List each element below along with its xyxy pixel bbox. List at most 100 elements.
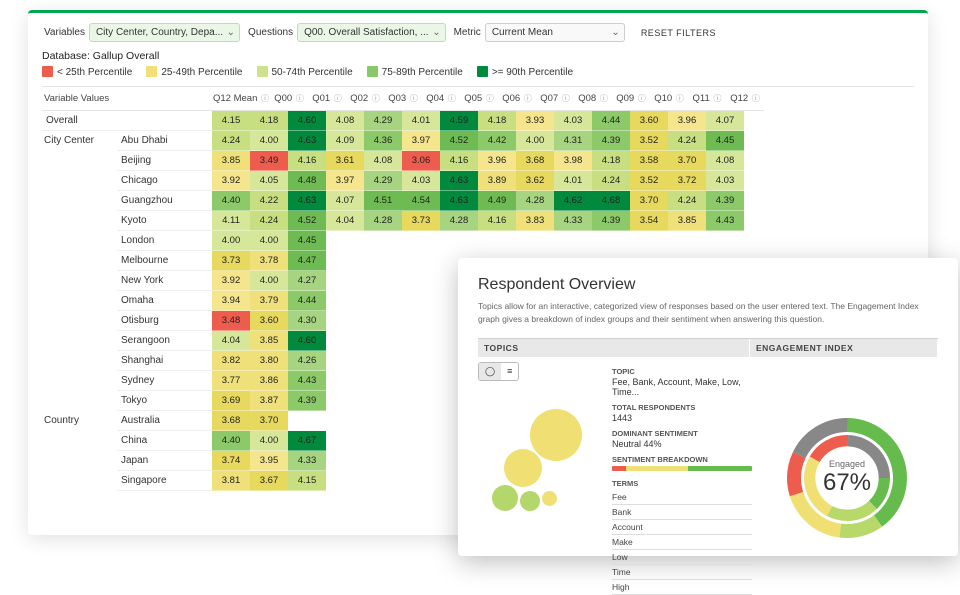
heat-cell[interactable]: 4.39 xyxy=(706,191,744,211)
heat-cell[interactable]: 4.16 xyxy=(440,151,478,171)
heat-cell[interactable]: 4.42 xyxy=(478,131,516,151)
heat-cell[interactable]: 4.30 xyxy=(288,311,326,331)
heat-cell[interactable]: 3.96 xyxy=(478,151,516,171)
heat-cell[interactable]: 3.06 xyxy=(402,151,440,171)
column-header[interactable]: Q10 ⓘ xyxy=(650,87,688,111)
heat-cell[interactable]: 3.95 xyxy=(250,451,288,471)
heat-cell[interactable]: 4.04 xyxy=(326,211,364,231)
heat-cell[interactable]: 4.04 xyxy=(212,331,250,351)
heat-cell[interactable]: 3.85 xyxy=(668,211,706,231)
heat-cell[interactable]: 4.00 xyxy=(250,431,288,451)
heat-cell[interactable]: 3.93 xyxy=(516,111,554,131)
column-header[interactable]: Q08 ⓘ xyxy=(574,87,612,111)
heat-cell[interactable]: 3.68 xyxy=(212,411,250,431)
term-row[interactable]: Make xyxy=(612,535,752,550)
info-icon[interactable]: ⓘ xyxy=(713,94,721,103)
heat-cell[interactable]: 4.03 xyxy=(554,111,592,131)
heat-cell[interactable]: 3.49 xyxy=(250,151,288,171)
column-header[interactable]: Q12 ⓘ xyxy=(726,87,764,111)
heat-cell[interactable]: 4.51 xyxy=(364,191,402,211)
heat-cell[interactable]: 4.33 xyxy=(288,451,326,471)
info-icon[interactable]: ⓘ xyxy=(752,94,760,103)
heat-cell[interactable]: 4.40 xyxy=(212,431,250,451)
heat-cell[interactable]: 3.87 xyxy=(250,391,288,411)
heat-cell[interactable]: 3.68 xyxy=(516,151,554,171)
heat-cell[interactable]: 3.61 xyxy=(326,151,364,171)
heat-cell[interactable]: 4.24 xyxy=(668,191,706,211)
heat-cell[interactable]: 4.00 xyxy=(250,271,288,291)
heat-cell[interactable]: 3.58 xyxy=(630,151,668,171)
info-icon[interactable]: ⓘ xyxy=(334,94,342,103)
heat-cell[interactable]: 3.62 xyxy=(516,171,554,191)
heat-cell[interactable]: 4.44 xyxy=(592,111,630,131)
heat-cell[interactable]: 4.01 xyxy=(554,171,592,191)
heat-cell[interactable]: 4.36 xyxy=(364,131,402,151)
heat-cell[interactable]: 4.18 xyxy=(250,111,288,131)
heat-cell[interactable]: 4.43 xyxy=(706,211,744,231)
heat-cell[interactable]: 3.60 xyxy=(250,311,288,331)
heat-cell[interactable]: 4.52 xyxy=(440,131,478,151)
heat-cell[interactable]: 3.79 xyxy=(250,291,288,311)
column-header[interactable]: Q12 Mean ⓘ xyxy=(212,87,270,111)
heat-cell[interactable]: 4.22 xyxy=(250,191,288,211)
heat-cell[interactable]: 4.18 xyxy=(478,111,516,131)
heat-cell[interactable]: 4.00 xyxy=(250,231,288,251)
column-header[interactable]: Q04 ⓘ xyxy=(422,87,460,111)
heat-cell[interactable]: 3.86 xyxy=(250,371,288,391)
heat-cell[interactable]: 4.15 xyxy=(288,471,326,491)
heat-cell[interactable]: 4.29 xyxy=(364,171,402,191)
heat-cell[interactable]: 3.78 xyxy=(250,251,288,271)
heat-cell[interactable]: 3.70 xyxy=(668,151,706,171)
heat-cell[interactable]: 4.08 xyxy=(326,111,364,131)
term-row[interactable]: Account xyxy=(612,520,752,535)
heat-cell[interactable]: 4.15 xyxy=(212,111,250,131)
info-icon[interactable]: ⓘ xyxy=(676,94,684,103)
heat-cell[interactable]: 4.24 xyxy=(212,131,250,151)
heat-cell[interactable]: 4.62 xyxy=(554,191,592,211)
heat-cell[interactable]: 4.07 xyxy=(706,111,744,131)
heat-cell[interactable]: 4.18 xyxy=(592,151,630,171)
heat-cell[interactable]: 3.73 xyxy=(212,251,250,271)
info-icon[interactable]: ⓘ xyxy=(296,94,304,103)
column-header[interactable]: Q00 ⓘ xyxy=(270,87,308,111)
heat-cell[interactable]: 3.52 xyxy=(630,131,668,151)
heat-cell[interactable]: 4.43 xyxy=(288,371,326,391)
heat-cell[interactable]: 3.97 xyxy=(402,131,440,151)
heat-cell[interactable]: 3.94 xyxy=(212,291,250,311)
heat-cell[interactable]: 4.52 xyxy=(288,211,326,231)
topics-view-toggle[interactable]: ◯ ≡ xyxy=(478,362,519,381)
heat-cell[interactable]: 4.11 xyxy=(212,211,250,231)
heat-cell[interactable]: 4.00 xyxy=(250,131,288,151)
heat-cell[interactable]: 4.68 xyxy=(592,191,630,211)
heat-cell[interactable]: 4.28 xyxy=(364,211,402,231)
heat-cell[interactable]: 3.48 xyxy=(212,311,250,331)
term-row[interactable]: Fee xyxy=(612,490,752,505)
heat-cell[interactable]: 3.60 xyxy=(630,111,668,131)
column-header[interactable]: Q03 ⓘ xyxy=(384,87,422,111)
bubble-view-icon[interactable]: ◯ xyxy=(479,363,501,380)
term-row[interactable]: High xyxy=(612,580,752,595)
info-icon[interactable]: ⓘ xyxy=(638,94,646,103)
heat-cell[interactable]: 4.03 xyxy=(402,171,440,191)
term-row[interactable]: Bank xyxy=(612,505,752,520)
heat-cell[interactable]: 3.98 xyxy=(554,151,592,171)
heat-cell[interactable]: 4.54 xyxy=(402,191,440,211)
heat-cell[interactable]: 4.40 xyxy=(212,191,250,211)
heat-cell[interactable]: 3.77 xyxy=(212,371,250,391)
heat-cell[interactable]: 4.31 xyxy=(554,131,592,151)
heat-cell[interactable]: 3.72 xyxy=(668,171,706,191)
heat-cell[interactable]: 4.09 xyxy=(326,131,364,151)
heat-cell[interactable]: 4.49 xyxy=(478,191,516,211)
heat-cell[interactable]: 4.63 xyxy=(440,171,478,191)
heat-cell[interactable]: 3.67 xyxy=(250,471,288,491)
heat-cell[interactable]: 3.92 xyxy=(212,171,250,191)
heat-cell[interactable]: 4.45 xyxy=(706,131,744,151)
heat-cell[interactable]: 4.67 xyxy=(288,431,326,451)
heat-cell[interactable]: 4.08 xyxy=(364,151,402,171)
term-row[interactable]: Time xyxy=(612,565,752,580)
heat-cell[interactable]: 4.28 xyxy=(440,211,478,231)
column-header[interactable]: Q11 ⓘ xyxy=(688,87,726,111)
heat-cell[interactable]: 3.97 xyxy=(326,171,364,191)
heat-cell[interactable]: 4.16 xyxy=(478,211,516,231)
heat-cell[interactable]: 4.39 xyxy=(592,131,630,151)
